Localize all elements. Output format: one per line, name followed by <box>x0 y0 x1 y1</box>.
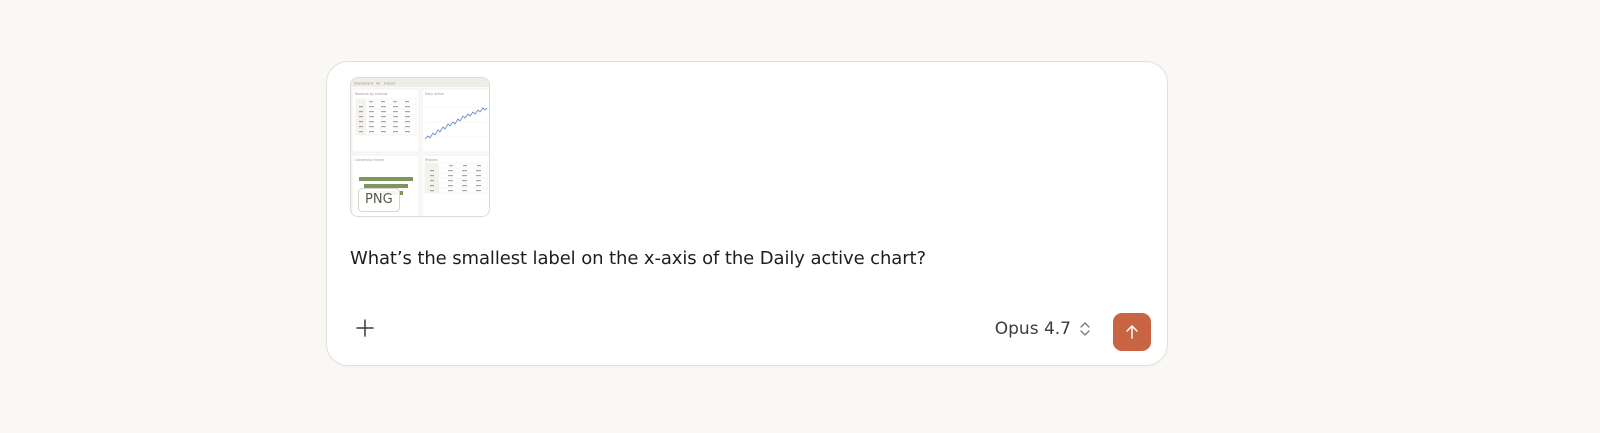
thumb-tab-1: Dashboard <box>354 82 373 86</box>
thumb-panel-title-1: Revenue by channel <box>355 92 388 96</box>
thumb-tab-2: All <box>376 82 380 86</box>
file-type-badge: PNG <box>358 188 400 212</box>
prompt-input[interactable]: What’s the smallest label on the x-axis … <box>350 248 926 269</box>
add-attachment-button[interactable] <box>350 313 380 343</box>
chat-composer: Dashboard All Export Revenue by channel … <box>326 61 1168 366</box>
model-selector[interactable]: Opus 4.7 <box>995 315 1091 343</box>
thumb-panel-title-4: Regions <box>425 158 438 162</box>
model-label: Opus 4.7 <box>994 319 1071 339</box>
arrow-up-icon <box>1126 325 1138 339</box>
send-button[interactable] <box>1113 313 1151 351</box>
thumb-panel-title-3: Conversion funnel <box>355 158 384 162</box>
plus-icon <box>356 319 374 337</box>
thumb-panel-title-2: Daily active <box>425 92 444 96</box>
thumb-tab-3: Export <box>384 82 396 86</box>
image-attachment-thumbnail[interactable]: Dashboard All Export Revenue by channel … <box>350 77 490 217</box>
chevron-up-down-icon <box>1080 322 1090 336</box>
